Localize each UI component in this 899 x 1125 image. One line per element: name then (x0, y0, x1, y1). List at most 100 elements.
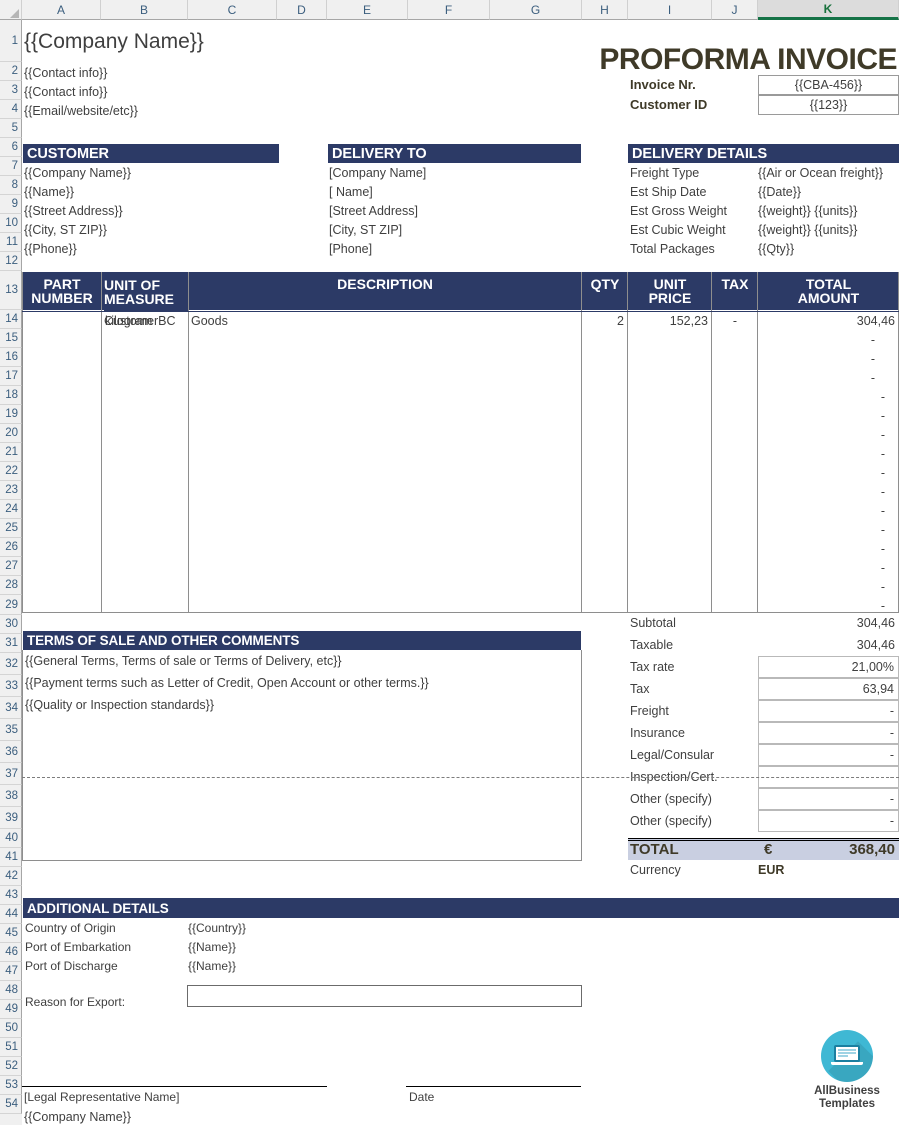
column-header-f[interactable]: F (408, 0, 490, 20)
customer-line-4[interactable]: {{Phone}} (24, 239, 278, 258)
line-item-empty-dash[interactable]: - (758, 501, 885, 520)
row-header-30[interactable]: 30 (0, 615, 22, 634)
row-header-37[interactable]: 37 (0, 763, 22, 785)
line-item-empty-dash[interactable]: - (758, 577, 885, 596)
line-item-empty-dash[interactable]: - (758, 330, 875, 349)
delivery-details-value-0[interactable]: {{Air or Ocean freight}} (758, 163, 899, 182)
company-name-title[interactable]: {{Company Name}} (24, 22, 424, 62)
row-header-54[interactable]: 54 (0, 1095, 22, 1114)
row-header-52[interactable]: 52 (0, 1057, 22, 1076)
row-header-40[interactable]: 40 (0, 829, 22, 848)
column-header-e[interactable]: E (327, 0, 408, 20)
terms-line-2[interactable]: {{Quality or Inspection standards}} (25, 695, 580, 714)
row-header-47[interactable]: 47 (0, 962, 22, 981)
delivery-details-value-1[interactable]: {{Date}} (758, 182, 899, 201)
row-header-28[interactable]: 28 (0, 576, 22, 595)
column-header-a[interactable]: A (22, 0, 101, 20)
column-header-j[interactable]: J (712, 0, 758, 20)
row-header-51[interactable]: 51 (0, 1038, 22, 1057)
row-header-41[interactable]: 41 (0, 848, 22, 867)
line-item-empty-dash[interactable]: - (758, 349, 875, 368)
row-header-45[interactable]: 45 (0, 924, 22, 943)
column-header-c[interactable]: C (188, 0, 277, 20)
column-header-b[interactable]: B (101, 0, 188, 20)
line-item-empty-dash[interactable]: - (758, 368, 875, 387)
column-header-g[interactable]: G (490, 0, 582, 20)
row-header-34[interactable]: 34 (0, 697, 22, 719)
row-header-18[interactable]: 18 (0, 386, 22, 405)
row-header-12[interactable]: 12 (0, 252, 22, 271)
row-header-25[interactable]: 25 (0, 519, 22, 538)
row-header-33[interactable]: 33 (0, 675, 22, 697)
row-header-46[interactable]: 46 (0, 943, 22, 962)
line-item-tax[interactable]: - (712, 311, 758, 330)
line-item-empty-dash[interactable]: - (758, 482, 885, 501)
row-header-19[interactable]: 19 (0, 405, 22, 424)
total-value-freight[interactable]: - (758, 700, 899, 722)
contact-info-line-2[interactable]: {{Contact info}} (24, 82, 264, 101)
total-value-other-specify[interactable]: - (758, 810, 899, 832)
row-header-4[interactable]: 4 (0, 100, 22, 119)
additional-value-2[interactable]: {{Name}} (188, 956, 438, 975)
row-header-2[interactable]: 2 (0, 62, 22, 81)
row-header-8[interactable]: 8 (0, 176, 22, 195)
delivery-to-line-2[interactable]: [Street Address] (329, 201, 581, 220)
row-header-22[interactable]: 22 (0, 462, 22, 481)
row-header-10[interactable]: 10 (0, 214, 22, 233)
row-header-3[interactable]: 3 (0, 81, 22, 100)
row-header-38[interactable]: 38 (0, 785, 22, 807)
line-item-unit-of-measure[interactable]: kilogram (103, 311, 187, 330)
customer-line-0[interactable]: {{Company Name}} (24, 163, 278, 182)
line-item-empty-dash[interactable]: - (758, 444, 885, 463)
total-value-subtotal[interactable]: 304,46 (758, 612, 899, 634)
row-header-29[interactable]: 29 (0, 595, 22, 615)
customer-line-3[interactable]: {{City, ST ZIP}} (24, 220, 278, 239)
row-header-39[interactable]: 39 (0, 807, 22, 829)
terms-line-1[interactable]: {{Payment terms such as Letter of Credit… (25, 673, 580, 692)
line-item-empty-dash[interactable]: - (758, 406, 885, 425)
line-item-description[interactable]: Goods (189, 311, 579, 330)
row-header-17[interactable]: 17 (0, 367, 22, 386)
row-header-21[interactable]: 21 (0, 443, 22, 462)
select-all-corner[interactable] (0, 0, 22, 20)
row-header-32[interactable]: 32 (0, 653, 22, 675)
total-value-taxable[interactable]: 304,46 (758, 634, 899, 656)
customer-id-value[interactable]: {{123}} (758, 95, 899, 115)
line-item-empty-dash[interactable]: - (758, 387, 885, 406)
currency-value[interactable]: EUR (758, 860, 858, 879)
invoice-nr-value[interactable]: {{CBA-456}} (758, 75, 899, 95)
row-header-14[interactable]: 14 (0, 310, 22, 329)
reason-for-export-input[interactable] (187, 985, 582, 1007)
row-header-43[interactable]: 43 (0, 886, 22, 905)
total-value-legal-consular[interactable]: - (758, 744, 899, 766)
row-header-48[interactable]: 48 (0, 981, 22, 1000)
row-header-24[interactable]: 24 (0, 500, 22, 519)
total-value-tax[interactable]: 63,94 (758, 678, 899, 700)
column-header-i[interactable]: I (628, 0, 712, 20)
row-header-1[interactable]: 1 (0, 20, 22, 62)
delivery-to-line-3[interactable]: [City, ST ZIP] (329, 220, 581, 239)
line-item-empty-dash[interactable]: - (758, 425, 885, 444)
column-header-h[interactable]: H (582, 0, 628, 20)
line-item-empty-dash[interactable]: - (758, 463, 885, 482)
line-item-total-amount[interactable]: 304,46 (758, 311, 895, 330)
row-header-23[interactable]: 23 (0, 481, 22, 500)
row-header-31[interactable]: 31 (0, 634, 22, 653)
row-header-42[interactable]: 42 (0, 867, 22, 886)
contact-info-line-1[interactable]: {{Contact info}} (24, 63, 264, 82)
delivery-details-value-3[interactable]: {{weight}} {{units}} (758, 220, 899, 239)
row-header-16[interactable]: 16 (0, 348, 22, 367)
row-header-50[interactable]: 50 (0, 1019, 22, 1038)
delivery-to-line-4[interactable]: [Phone] (329, 239, 581, 258)
customer-line-2[interactable]: {{Street Address}} (24, 201, 278, 220)
row-header-9[interactable]: 9 (0, 195, 22, 214)
column-header-k[interactable]: K (758, 0, 899, 20)
signature-company-name[interactable]: {{Company Name}} (24, 1107, 324, 1125)
column-header-d[interactable]: D (277, 0, 327, 20)
row-header-44[interactable]: 44 (0, 905, 22, 924)
row-header-15[interactable]: 15 (0, 329, 22, 348)
row-header-36[interactable]: 36 (0, 741, 22, 763)
row-header-7[interactable]: 7 (0, 157, 22, 176)
row-header-26[interactable]: 26 (0, 538, 22, 557)
row-header-6[interactable]: 6 (0, 138, 22, 157)
